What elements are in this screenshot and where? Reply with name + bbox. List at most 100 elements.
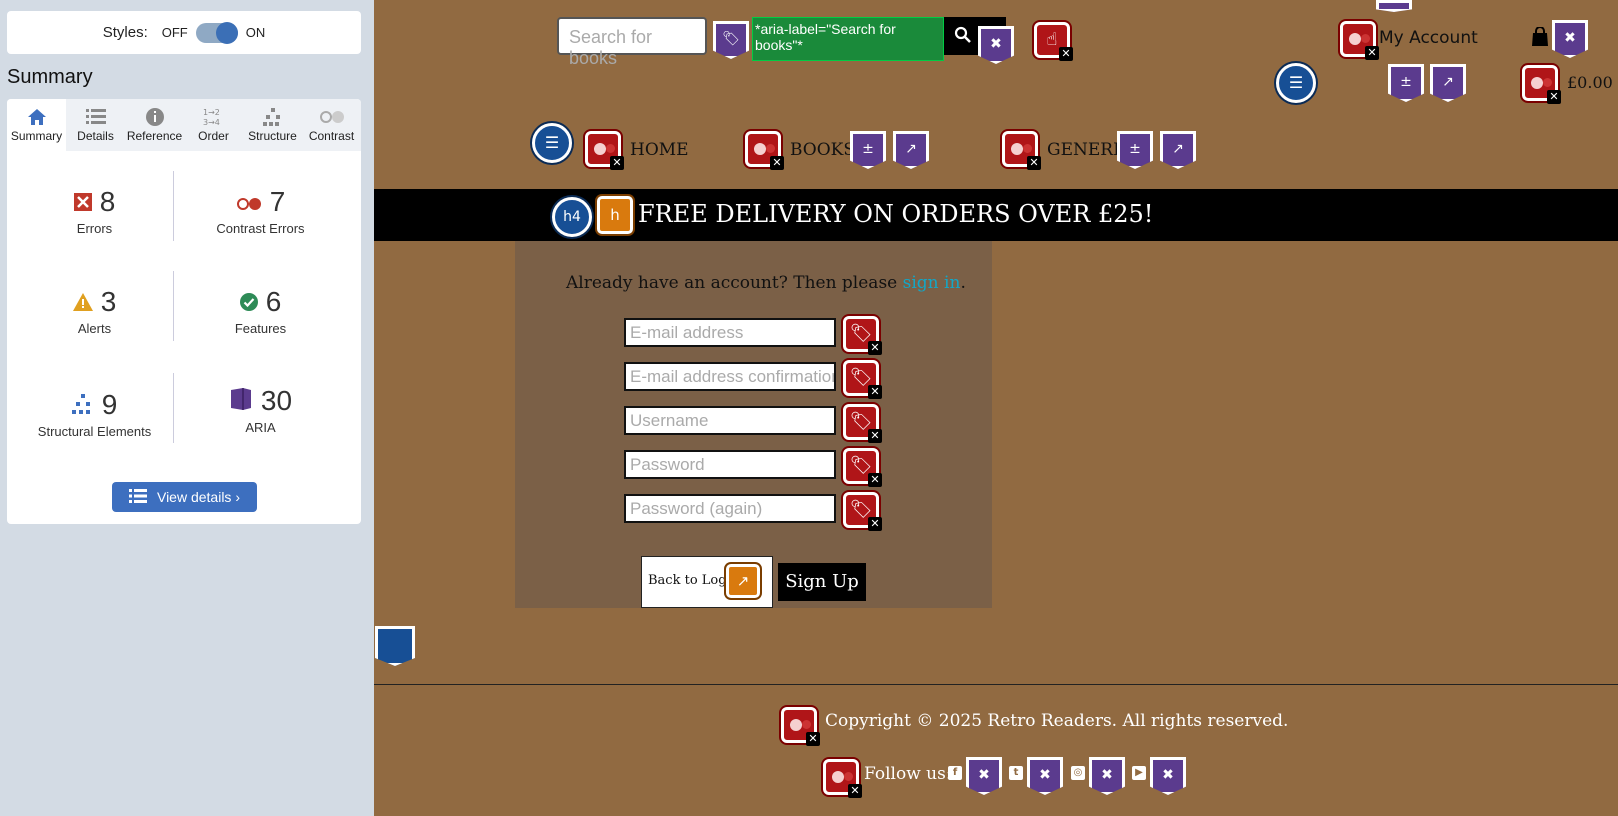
- empty-link-icon: ✕: [781, 707, 820, 746]
- aria-hidden-icon: ✖: [1027, 757, 1063, 795]
- aria-hidden-icon: ✖: [1150, 757, 1186, 795]
- alerts-count: 3: [100, 286, 117, 317]
- email-confirm-field[interactable]: E-mail address confirmation: [624, 362, 836, 391]
- view-details-button[interactable]: View details ›: [112, 482, 257, 512]
- aria-hidden-icon: ✖: [1089, 757, 1125, 795]
- panel-tabs: Summary Details Reference 1→23→4 Order: [7, 99, 361, 151]
- errors-label: Errors: [76, 221, 113, 236]
- styles-toggle[interactable]: [195, 21, 238, 44]
- error-icon: [73, 186, 92, 218]
- aria-hidden-icon: ✖: [966, 757, 1002, 795]
- missing-label-icon: 🏷 ✕: [843, 316, 882, 355]
- aria-label-tooltip: *aria-label="Search for books"*: [752, 17, 944, 61]
- missing-label-icon: 🏷 ✕: [843, 404, 882, 443]
- facebook-icon[interactable]: f: [948, 766, 962, 780]
- styles-toggle-box: Styles: OFF ON: [7, 11, 361, 54]
- aria-stat[interactable]: 30 ARIA: [173, 384, 348, 435]
- feature-check-icon: [239, 286, 258, 318]
- account-prompt-text: Already have an account? Then please: [566, 273, 903, 293]
- aria-hidden-icon: ✖: [1552, 20, 1588, 58]
- search-input[interactable]: Search for books: [557, 17, 707, 68]
- errors-stat[interactable]: 8 Errors: [7, 185, 182, 236]
- aria-popup-icon: ↗: [1430, 64, 1466, 102]
- list-icon: [128, 488, 147, 506]
- footer-divider: [374, 684, 1618, 685]
- empty-link-icon: ✕: [1340, 21, 1379, 60]
- features-label: Features: [234, 321, 287, 336]
- tab-details[interactable]: Details: [66, 99, 125, 151]
- instagram-icon[interactable]: ◎: [1071, 766, 1085, 780]
- contrast-errors-label: Contrast Errors: [216, 221, 305, 236]
- skipped-heading-alert-icon: h: [597, 196, 633, 234]
- tab-summary[interactable]: Summary: [7, 99, 66, 151]
- missing-label-icon: 🏷 ✕: [843, 448, 882, 487]
- features-stat[interactable]: 6 Features: [173, 285, 348, 336]
- tab-label: Structure: [248, 129, 297, 143]
- account-prompt-suffix: .: [960, 273, 966, 293]
- aria-popup-icon: ↗: [1160, 131, 1196, 169]
- password-again-field[interactable]: Password (again): [624, 494, 836, 523]
- aria-popup-icon: ↗: [893, 131, 929, 169]
- tab-reference[interactable]: Reference: [125, 99, 184, 151]
- alerts-stat[interactable]: 3 Alerts: [7, 285, 182, 336]
- tab-label: Summary: [10, 129, 63, 143]
- nav-books[interactable]: BOOKS: [790, 140, 855, 160]
- sign-in-link[interactable]: sign in: [903, 273, 961, 293]
- tab-label: Reference: [126, 129, 183, 143]
- structural-stat[interactable]: 9 Structural Elements: [7, 388, 182, 439]
- list-structure-icon: ☰: [532, 123, 572, 163]
- empty-button-icon: ☝ ✕: [1034, 22, 1073, 61]
- email-field[interactable]: E-mail address: [624, 318, 836, 347]
- tab-structure[interactable]: Structure: [243, 99, 302, 151]
- errors-count: 8: [99, 186, 116, 217]
- cart-total[interactable]: £0.00: [1567, 73, 1613, 92]
- structure-icon: [243, 105, 302, 129]
- styles-on-label: ON: [245, 25, 266, 40]
- wave-sidebar: Styles: OFF ON Summary Summary Details R…: [0, 0, 374, 816]
- structural-label: Structural Elements: [37, 424, 152, 439]
- contrast-errors-count: 7: [269, 186, 286, 217]
- missing-label-icon: 🏷 ✕: [843, 492, 882, 531]
- info-icon: [125, 105, 184, 129]
- nav-genre[interactable]: GENERE: [1047, 140, 1125, 160]
- aria-expanded-icon: ±: [1388, 64, 1424, 102]
- styles-label: Styles:: [102, 24, 148, 41]
- youtube-icon[interactable]: ▶: [1132, 766, 1146, 780]
- heading-h4-icon: h4: [552, 197, 592, 237]
- empty-link-icon: ✕: [823, 759, 862, 798]
- aria-expanded-icon: ±: [1117, 131, 1153, 169]
- tab-order[interactable]: 1→2 3→4 Order: [184, 99, 243, 151]
- sign-up-button[interactable]: Sign Up: [778, 563, 866, 601]
- username-field[interactable]: Username: [624, 406, 836, 435]
- empty-link-icon: ✕: [745, 131, 784, 170]
- svg-text:3→4: 3→4: [203, 118, 220, 127]
- tab-contrast[interactable]: Contrast: [302, 99, 361, 151]
- search-icon: [954, 26, 972, 48]
- aria-icon: [229, 385, 253, 417]
- my-account-link[interactable]: My Account: [1379, 28, 1478, 48]
- list-structure-icon: ☰: [1276, 63, 1316, 103]
- redundant-link-alert-icon: ↗: [726, 564, 760, 598]
- twitter-icon[interactable]: t: [1009, 766, 1023, 780]
- styles-off-label: OFF: [161, 25, 188, 40]
- contrast-icon: [302, 105, 361, 129]
- aria-hidden-icon: ✖: [978, 26, 1014, 64]
- list-icon: [66, 105, 125, 129]
- contrast-errors-stat[interactable]: 7 Contrast Errors: [173, 185, 348, 236]
- summary-panel: Summary Details Reference 1→23→4 Order: [7, 99, 361, 524]
- password-field[interactable]: Password: [624, 450, 836, 479]
- aria-label: ARIA: [245, 420, 276, 435]
- structural-count: 9: [101, 389, 118, 420]
- order-icon: 1→2 3→4: [184, 105, 243, 129]
- svg-text:1→2: 1→2: [203, 108, 220, 117]
- tab-label: Contrast: [308, 129, 355, 143]
- shopping-bag-icon[interactable]: [1531, 26, 1549, 51]
- aria-label-icon: 🏷: [713, 21, 749, 59]
- features-count: 6: [265, 286, 282, 317]
- footer-region-icon: [375, 626, 415, 666]
- account-prompt: Already have an account? Then please sig…: [566, 273, 966, 293]
- nav-home[interactable]: HOME: [630, 140, 689, 160]
- website-page: Search for books 🏷 *aria-label="Search f…: [374, 0, 1618, 816]
- missing-label-icon: 🏷 ✕: [843, 360, 882, 399]
- empty-link-icon: ✕: [1522, 65, 1561, 104]
